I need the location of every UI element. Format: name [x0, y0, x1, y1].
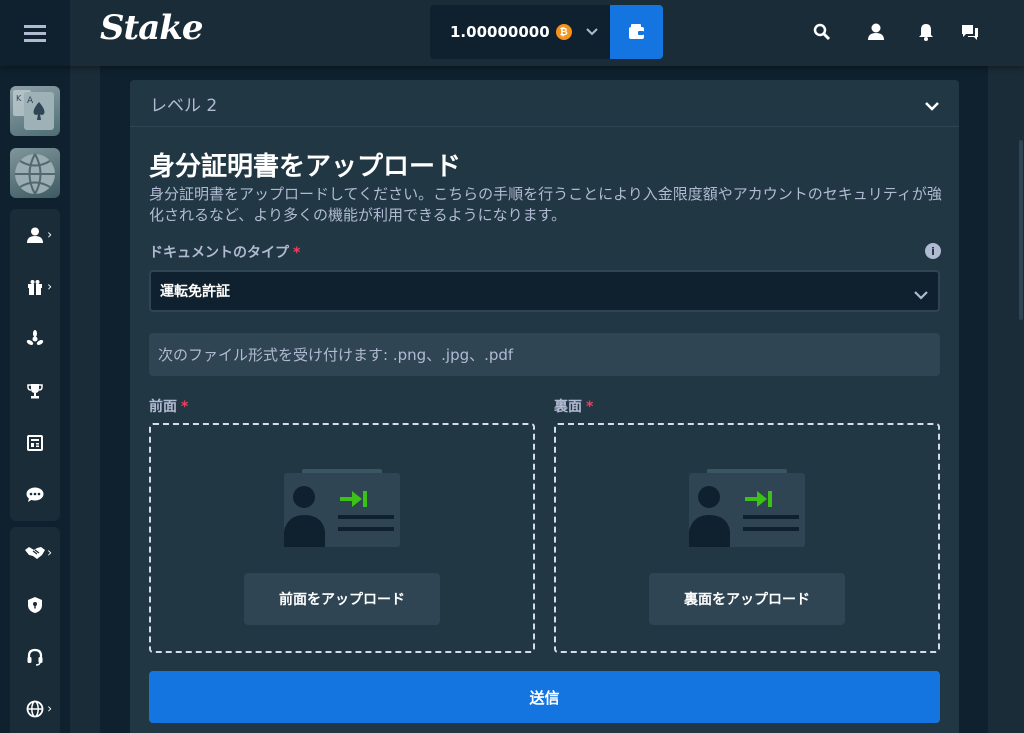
accepted-formats-notice: 次のファイル形式を受け付けます: .png、.jpg、.pdf — [149, 333, 940, 376]
doc-type-value: 運転免許証 — [160, 284, 230, 300]
affiliate-icon — [26, 330, 44, 345]
sidebar-item-live-support[interactable] — [10, 631, 60, 683]
required-mark: * — [181, 399, 189, 415]
search-icon[interactable] — [810, 20, 834, 44]
chat-icon[interactable] — [958, 20, 982, 44]
front-label: 前面 * — [149, 396, 188, 416]
doc-type-label-text: ドキュメントのタイプ — [149, 245, 289, 261]
chevron-right-icon: › — [47, 279, 52, 294]
chevron-right-icon: › — [47, 701, 52, 716]
required-mark: * — [586, 399, 594, 415]
user-icon[interactable] — [864, 20, 888, 44]
back-dropzone[interactable]: 裏面をアップロード — [554, 423, 940, 653]
submit-button[interactable]: 送信 — [149, 671, 940, 723]
bitcoin-icon: ₿ — [555, 24, 572, 40]
info-icon[interactable]: i — [925, 243, 941, 259]
front-dropzone[interactable]: 前面をアップロード — [149, 423, 535, 653]
upload-front-button[interactable]: 前面をアップロード — [244, 573, 440, 625]
front-label-text: 前面 — [149, 399, 177, 415]
sidebar-item-affiliate[interactable] — [10, 313, 60, 365]
level-accordion-header[interactable]: レベル 2 — [130, 80, 959, 127]
handshake-icon — [25, 547, 45, 559]
menu-button[interactable] — [0, 0, 70, 66]
globe-icon — [26, 700, 44, 718]
back-label: 裏面 * — [554, 396, 593, 416]
chevron-down-icon — [914, 285, 928, 304]
wallet-icon — [628, 24, 644, 39]
svg-text:A: A — [27, 96, 34, 106]
shield-icon — [28, 597, 42, 613]
page-title: 身分証明書をアップロード — [149, 152, 462, 182]
sidebar-item-sponsorships[interactable]: › — [10, 527, 60, 579]
balance-selector[interactable]: 1.00000000 ₿ — [430, 5, 610, 59]
bell-icon[interactable] — [914, 20, 938, 44]
chevron-right-icon: › — [47, 227, 52, 242]
page-description: 身分証明書をアップロードしてください。こちらの手順を行うことにより入金限度額やア… — [149, 185, 942, 224]
level-title: レベル 2 — [150, 95, 218, 116]
svg-text:K: K — [16, 94, 22, 103]
sidebar-item-promotions[interactable]: › — [10, 261, 60, 313]
id-card-icon — [284, 469, 400, 547]
balance-amount: 1.00000000 — [450, 23, 550, 41]
back-label-text: 裏面 — [554, 399, 582, 415]
trophy-icon — [27, 384, 43, 399]
sidebar-item-language[interactable]: › — [10, 683, 60, 733]
upload-back-button[interactable]: 裏面をアップロード — [649, 573, 845, 625]
wallet-button[interactable] — [610, 5, 663, 59]
sidebar-item-profile[interactable]: › — [10, 209, 60, 261]
user-icon — [27, 227, 43, 243]
gift-icon — [28, 280, 42, 295]
sidebar-item-vip-club[interactable] — [10, 365, 60, 417]
chevron-right-icon: › — [47, 545, 52, 560]
doc-type-label: ドキュメントのタイプ * — [149, 242, 300, 262]
verification-panel: レベル 2 身分証明書をアップロード 身分証明書をアップロードしてください。こち… — [130, 80, 959, 733]
chevron-down-icon — [585, 28, 598, 36]
chevron-down-icon — [925, 96, 939, 115]
sidebar-item-forum[interactable] — [10, 469, 60, 521]
doc-type-select[interactable]: 運転免許証 — [149, 270, 940, 312]
sidebar: KA › › › › — [0, 66, 70, 733]
logo[interactable]: Stake — [100, 8, 203, 48]
forum-icon — [26, 487, 44, 502]
required-mark: * — [293, 245, 301, 261]
id-card-icon — [689, 469, 805, 547]
headset-icon — [27, 648, 43, 666]
casino-thumbnail[interactable]: KA — [10, 86, 60, 136]
sidebar-group-secondary: › › — [10, 527, 60, 733]
blog-icon — [27, 435, 43, 451]
sidebar-group-primary: › › — [10, 209, 60, 521]
scrollbar-thumb[interactable] — [1019, 140, 1023, 320]
top-bar: Stake 1.00000000 ₿ — [0, 0, 1024, 66]
sidebar-item-blog[interactable] — [10, 417, 60, 469]
sports-thumbnail[interactable] — [10, 148, 60, 198]
hamburger-icon — [24, 25, 46, 42]
sidebar-item-responsible-gambling[interactable] — [10, 579, 60, 631]
